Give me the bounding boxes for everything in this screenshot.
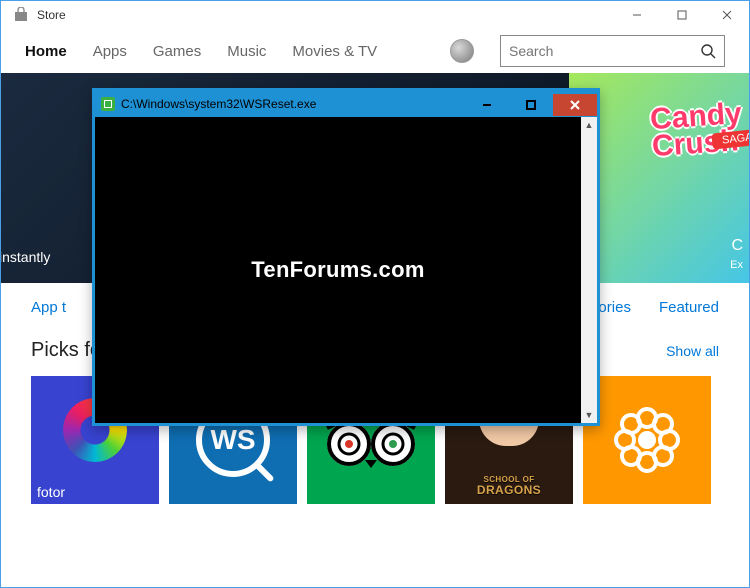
app-tile-gotomeeting[interactable] xyxy=(583,376,711,504)
hero-right-title: C xyxy=(731,237,743,255)
store-titlebar: Store xyxy=(1,1,749,29)
minimize-button[interactable] xyxy=(614,1,659,29)
tile-label: fotor xyxy=(37,484,65,500)
show-all-link[interactable]: Show all xyxy=(666,343,719,359)
nav-music[interactable]: Music xyxy=(227,43,266,60)
dragons-logo: SCHOOL OF DRAGONS xyxy=(445,476,573,496)
cmd-app-icon xyxy=(101,97,115,111)
cmd-maximize-button[interactable] xyxy=(509,94,553,116)
hero-left-caption: instantly xyxy=(1,249,50,265)
cmd-scrollbar[interactable]: ▲ ▼ xyxy=(581,117,597,423)
cmd-body: TenForums.com xyxy=(95,117,581,423)
store-app-icon xyxy=(13,7,29,23)
nav-apps[interactable]: Apps xyxy=(93,43,127,60)
window-controls xyxy=(614,1,749,29)
nav-games[interactable]: Games xyxy=(153,43,201,60)
cmd-title: C:\Windows\system32\WSReset.exe xyxy=(121,97,316,111)
tab-featured[interactable]: Featured xyxy=(659,299,719,316)
candy-crush-logo: Candy Crush xyxy=(650,100,745,160)
store-title: Store xyxy=(37,8,66,22)
hero-right-sub: Ex xyxy=(730,259,743,271)
scroll-down-icon[interactable]: ▼ xyxy=(581,407,597,423)
user-avatar[interactable] xyxy=(450,39,474,63)
close-button[interactable] xyxy=(704,1,749,29)
cmd-body-wrap: TenForums.com ▲ ▼ xyxy=(95,117,597,423)
search-icon[interactable] xyxy=(700,43,716,59)
scroll-track[interactable] xyxy=(581,133,597,407)
cmd-window[interactable]: C:\Windows\system32\WSReset.exe TenForum… xyxy=(92,88,600,426)
nav-home[interactable]: Home xyxy=(25,43,67,60)
search-box[interactable] xyxy=(500,35,725,67)
cmd-close-button[interactable] xyxy=(553,94,597,116)
flower-icon xyxy=(611,404,683,476)
scroll-up-icon[interactable]: ▲ xyxy=(581,117,597,133)
cmd-minimize-button[interactable] xyxy=(465,94,509,116)
nav-movies[interactable]: Movies & TV xyxy=(292,43,377,60)
search-input[interactable] xyxy=(509,43,692,59)
nav-row: Home Apps Games Music Movies & TV xyxy=(1,29,749,73)
watermark-text: TenForums.com xyxy=(251,257,424,283)
cmd-window-controls xyxy=(465,93,597,116)
tab-partial-left[interactable]: App t xyxy=(31,299,66,316)
maximize-button[interactable] xyxy=(659,1,704,29)
cmd-titlebar[interactable]: C:\Windows\system32\WSReset.exe xyxy=(95,91,597,117)
